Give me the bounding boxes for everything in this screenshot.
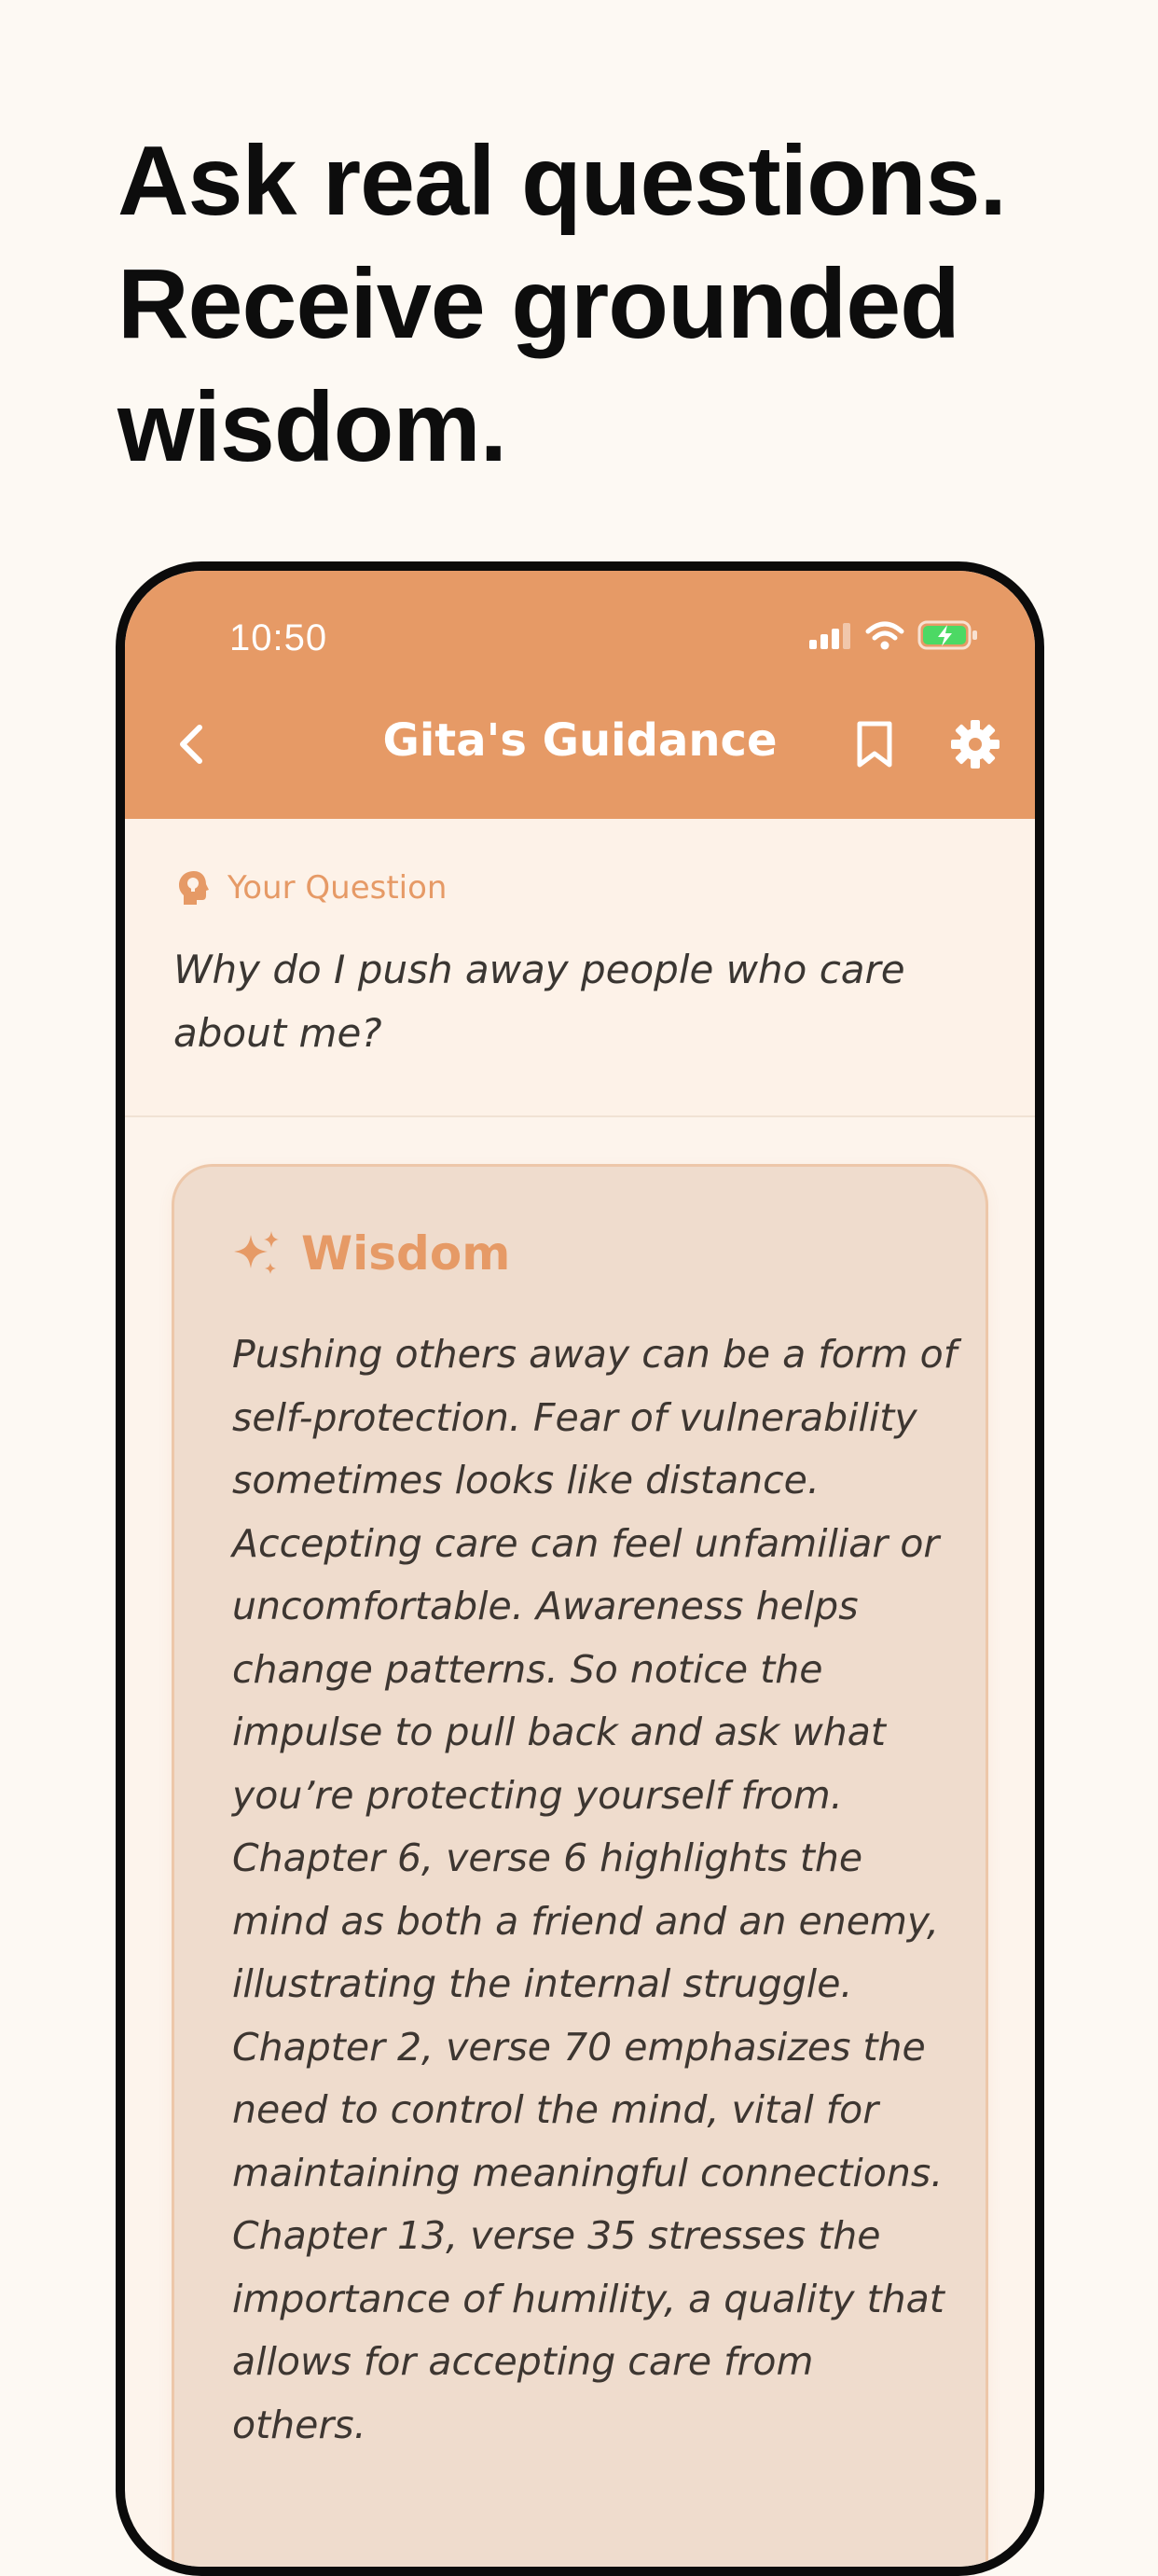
wifi-icon xyxy=(865,621,904,650)
sparkles-icon xyxy=(234,1231,279,1274)
marketing-headline: Ask real questions. Receive grounded wis… xyxy=(117,119,1106,489)
bookmark-button[interactable] xyxy=(854,720,895,769)
wisdom-card: Wisdom Pushing others away can be a form… xyxy=(172,1164,988,2567)
question-section: Your Question Why do I push away people … xyxy=(125,819,1035,1117)
signal-icon xyxy=(809,623,850,649)
headline-line-3: wisdom. xyxy=(117,372,507,482)
battery-charging-icon xyxy=(917,620,977,650)
head-lightbulb-icon xyxy=(179,871,209,905)
status-icons xyxy=(809,619,979,651)
app-header: 10:50 Gita's Guidance xyxy=(125,571,1035,819)
page-title: Gita's Guidance xyxy=(382,714,778,767)
headline-line-1: Ask real questions. xyxy=(117,126,1007,236)
question-text: Why do I push away people who care about… xyxy=(173,947,905,1056)
wisdom-title: Wisdom xyxy=(301,1226,511,1281)
headline-line-2: Receive grounded xyxy=(117,249,960,359)
settings-button[interactable] xyxy=(949,718,1001,770)
status-time: 10:50 xyxy=(229,617,328,658)
wisdom-text: Pushing others away can be a form of sel… xyxy=(232,1332,958,2447)
question-label-row: Your Question xyxy=(177,869,447,907)
phone-frame: 10:50 Gita's Guidance Your Question Why … xyxy=(116,561,1044,2576)
question-label: Your Question xyxy=(227,869,448,907)
wisdom-title-row: Wisdom xyxy=(232,1226,510,1281)
